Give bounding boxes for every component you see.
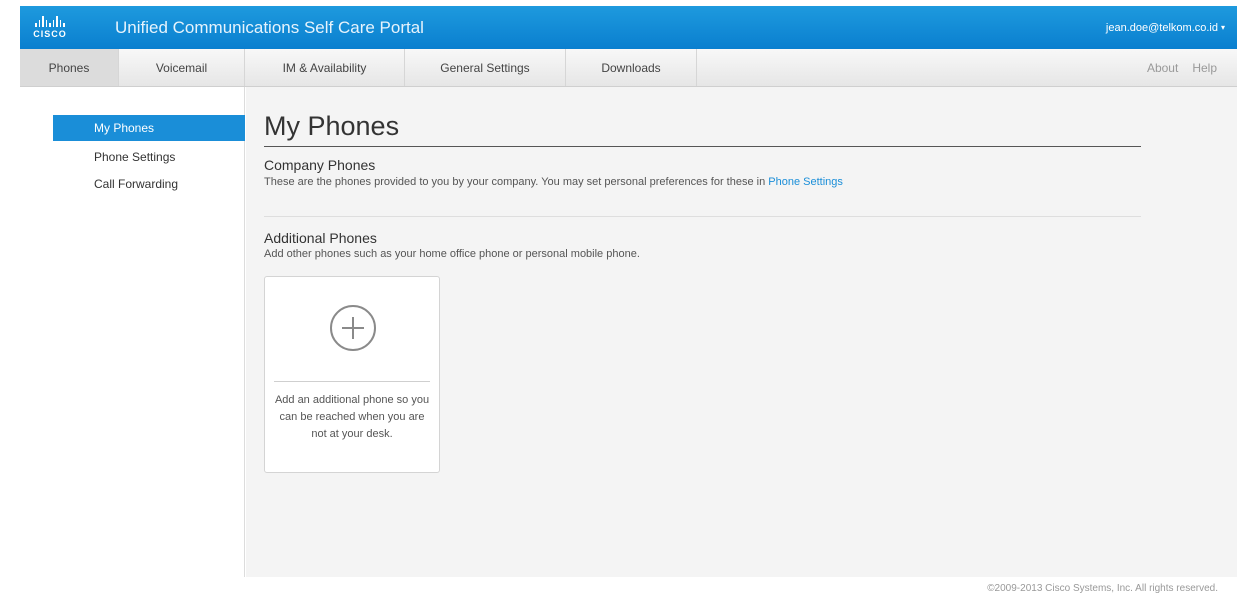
tab-downloads[interactable]: Downloads xyxy=(566,49,697,86)
about-link[interactable]: About xyxy=(1147,61,1178,75)
title-divider xyxy=(264,146,1141,147)
main-nav: Phones Voicemail IM & Availability Gener… xyxy=(20,49,1237,87)
footer-copyright: ©2009-2013 Cisco Systems, Inc. All right… xyxy=(987,583,1218,594)
add-circle-icon[interactable] xyxy=(330,305,376,351)
user-menu[interactable]: jean.doe@telkom.co.id ▾ xyxy=(1106,22,1225,34)
nav-right-links: About Help xyxy=(1147,49,1217,86)
user-email: jean.doe@telkom.co.id xyxy=(1105,21,1218,34)
add-phone-card[interactable]: Add an additional phone so you can be re… xyxy=(264,276,440,473)
card-divider xyxy=(274,381,430,382)
tab-im-availability[interactable]: IM & Availability xyxy=(245,49,405,86)
sidebar-item-my-phones[interactable]: My Phones xyxy=(53,115,245,141)
help-link[interactable]: Help xyxy=(1192,61,1217,75)
section-divider xyxy=(264,216,1141,217)
tab-general-settings[interactable]: General Settings xyxy=(405,49,566,86)
sidebar-item-call-forwarding[interactable]: Call Forwarding xyxy=(53,171,245,197)
sidebar: My Phones Phone Settings Call Forwarding xyxy=(20,87,245,577)
main-content: My Phones Company Phones These are the p… xyxy=(246,87,1237,577)
phone-settings-link[interactable]: Phone Settings xyxy=(768,176,843,188)
cisco-logo-icon: CISCO xyxy=(20,6,80,49)
tab-phones[interactable]: Phones xyxy=(20,49,119,86)
add-phone-card-text: Add an additional phone so you can be re… xyxy=(274,394,430,440)
company-phones-desc-text: These are the phones provided to you by … xyxy=(264,176,769,188)
chevron-down-icon: ▾ xyxy=(1220,23,1225,32)
page-title: My Phones xyxy=(264,111,400,141)
company-phones-desc: These are the phones provided to you by … xyxy=(264,176,843,188)
logo-text: CISCO xyxy=(33,29,67,39)
company-phones-title: Company Phones xyxy=(264,157,376,173)
additional-phones-title: Additional Phones xyxy=(264,230,377,246)
sidebar-item-phone-settings[interactable]: Phone Settings xyxy=(53,144,245,170)
app-header: CISCO Unified Communications Self Care P… xyxy=(20,6,1237,49)
app-title: Unified Communications Self Care Portal xyxy=(115,17,424,37)
additional-phones-desc: Add other phones such as your home offic… xyxy=(264,248,640,260)
tab-voicemail[interactable]: Voicemail xyxy=(119,49,245,86)
